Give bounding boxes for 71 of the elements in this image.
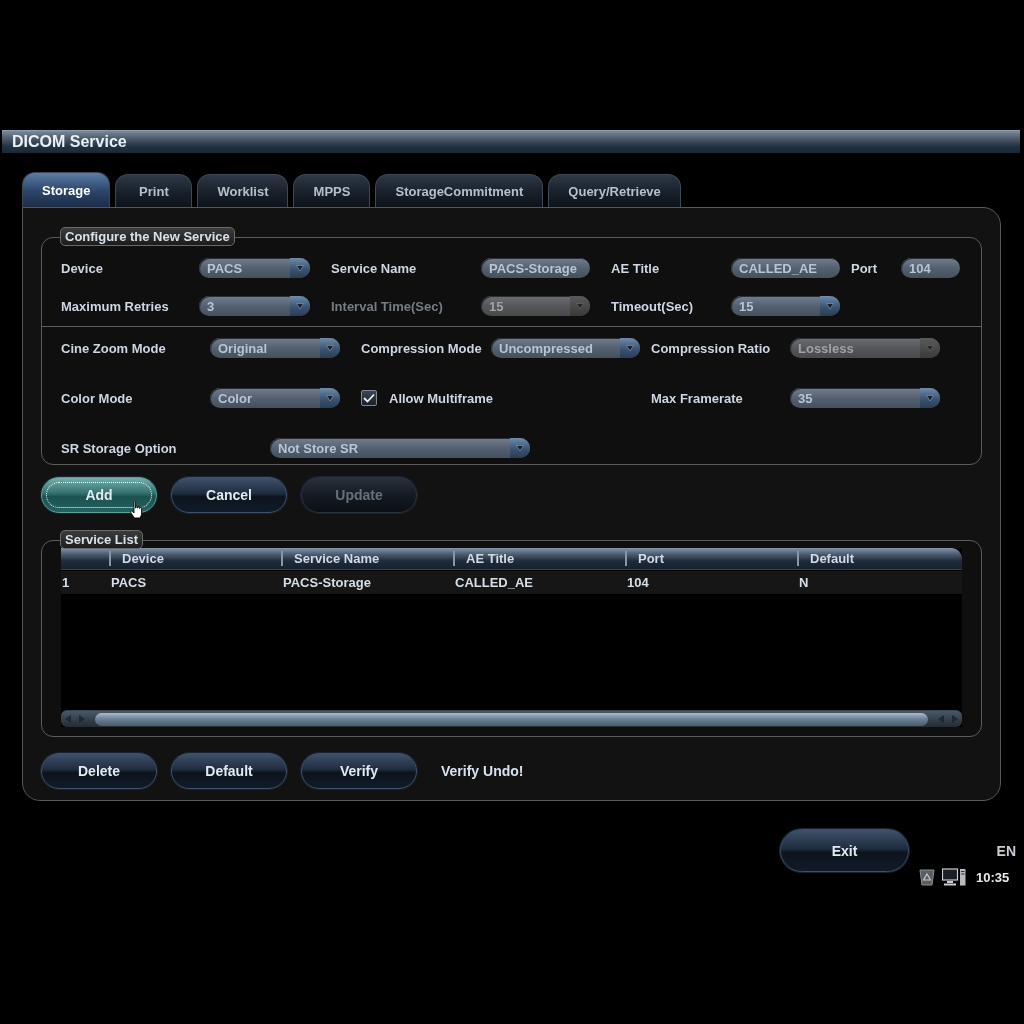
tab[interactable]: Storage bbox=[22, 172, 111, 207]
text-field[interactable]: CALLED_AE bbox=[731, 258, 840, 278]
table-cell-text: 104 bbox=[626, 575, 650, 590]
field-label: SR Storage Option bbox=[61, 440, 178, 456]
action-button[interactable]: Default bbox=[171, 753, 287, 789]
exit-button[interactable]: Exit bbox=[780, 829, 909, 872]
action-button[interactable]: Verify bbox=[301, 753, 417, 789]
action-button[interactable]: Add bbox=[41, 477, 157, 513]
field-label: Interval Time(Sec) bbox=[331, 298, 444, 314]
group-title: Service List bbox=[60, 530, 143, 549]
column-header[interactable]: Port bbox=[625, 551, 797, 566]
tab[interactable]: Print bbox=[115, 174, 193, 207]
checkbox[interactable] bbox=[361, 390, 377, 406]
text-field[interactable]: 104 bbox=[901, 258, 960, 278]
text-field[interactable]: PACS-Storage bbox=[481, 258, 590, 278]
dropdown[interactable]: Uncompressed bbox=[491, 338, 640, 358]
window-title: DICOM Service bbox=[12, 133, 127, 151]
table-cell-text: PACS bbox=[110, 575, 148, 590]
group-title: Configure the New Service bbox=[60, 227, 235, 246]
field-label: Compression Ratio bbox=[651, 340, 772, 356]
dropdown[interactable]: 3 bbox=[199, 296, 310, 316]
caret-icon bbox=[920, 388, 940, 408]
field-label: Max Framerate bbox=[651, 390, 744, 406]
field-label: Color Mode bbox=[61, 390, 134, 406]
status-message: Verify Undo! bbox=[441, 763, 524, 779]
table-row[interactable]: 1 PACS PACS-Storage CALLED_AE 104 N bbox=[61, 571, 962, 594]
tab[interactable]: MPPS bbox=[293, 174, 371, 207]
caret-icon bbox=[510, 438, 530, 458]
computer-icon[interactable] bbox=[942, 868, 966, 886]
field-label: Maximum Retries bbox=[61, 298, 170, 314]
checkbox-label: Allow Multiframe bbox=[389, 390, 493, 406]
dropdown[interactable]: 35 bbox=[790, 388, 940, 408]
caret-icon bbox=[620, 338, 640, 358]
field-label: Service Name bbox=[331, 260, 418, 276]
dropdown[interactable]: 15 bbox=[731, 296, 840, 316]
language-indicator[interactable]: EN bbox=[996, 843, 1016, 859]
row-number: 1 bbox=[61, 575, 71, 590]
tab[interactable]: Query/Retrieve bbox=[548, 174, 681, 207]
field-label: Compression Mode bbox=[361, 340, 483, 356]
column-header[interactable]: Device bbox=[109, 551, 281, 566]
column-header[interactable]: AE Title bbox=[453, 551, 625, 566]
caret-icon bbox=[920, 338, 940, 358]
column-header[interactable]: Default bbox=[797, 551, 962, 566]
caret-icon bbox=[570, 296, 590, 316]
tab[interactable]: Worklist bbox=[197, 174, 289, 207]
recycle-bin-icon[interactable] bbox=[918, 868, 936, 886]
scrollbar-thumb[interactable] bbox=[95, 712, 928, 726]
field-label: Cine Zoom Mode bbox=[61, 340, 167, 356]
dropdown[interactable]: Original bbox=[210, 338, 340, 358]
hand-cursor-icon bbox=[130, 500, 144, 519]
field-label: Port bbox=[851, 260, 878, 276]
dropdown[interactable]: PACS bbox=[199, 258, 310, 278]
horizontal-scrollbar[interactable] bbox=[61, 710, 962, 727]
caret-icon bbox=[290, 258, 310, 278]
dropdown[interactable]: Color bbox=[210, 388, 340, 408]
field-label: AE Title bbox=[611, 260, 661, 276]
action-button[interactable]: Delete bbox=[41, 753, 157, 789]
field-label: Timeout(Sec) bbox=[611, 298, 695, 314]
tab[interactable]: StorageCommitment bbox=[375, 174, 544, 207]
caret-icon bbox=[320, 388, 340, 408]
table-cell-text: PACS-Storage bbox=[282, 575, 372, 590]
caret-icon bbox=[320, 338, 340, 358]
clock-time: 10:35 bbox=[976, 869, 1010, 885]
table-cell-text: N bbox=[798, 575, 810, 590]
action-button[interactable]: Cancel bbox=[171, 477, 287, 513]
table-cell-text: CALLED_AE bbox=[454, 575, 534, 590]
field-label: Device bbox=[61, 260, 104, 276]
dropdown[interactable]: Not Store SR bbox=[270, 438, 530, 458]
caret-icon bbox=[290, 296, 310, 316]
caret-icon bbox=[820, 296, 840, 316]
column-header[interactable]: Service Name bbox=[281, 551, 453, 566]
